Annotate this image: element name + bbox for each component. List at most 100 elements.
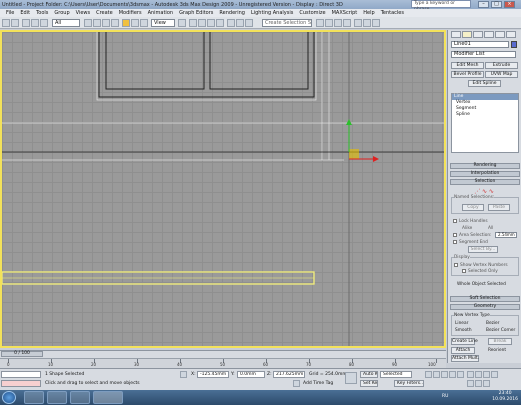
- bevel-profile-button[interactable]: Bevel Profile: [451, 71, 484, 78]
- copy-button[interactable]: Copy: [462, 204, 484, 211]
- paste-button[interactable]: Paste: [488, 204, 510, 211]
- reorient-checkbox[interactable]: Reorient: [488, 348, 506, 353]
- object-color-swatch[interactable]: [511, 41, 517, 48]
- lock-handles-checkbox[interactable]: [453, 219, 457, 223]
- select-and-move-icon[interactable]: [122, 19, 130, 27]
- show-vertex-numbers-checkbox[interactable]: [454, 263, 458, 267]
- menu-tentacles[interactable]: Tentacles: [378, 10, 407, 16]
- pivot-center-icon[interactable]: [178, 19, 186, 27]
- render-setup-icon[interactable]: [354, 19, 362, 27]
- hierarchy-tab-icon[interactable]: [473, 31, 483, 38]
- language-indicator[interactable]: RU: [442, 394, 448, 399]
- spinner-snap-icon[interactable]: [216, 19, 224, 27]
- search-input[interactable]: Type a keyword or phrase: [411, 0, 471, 12]
- segment-end-checkbox[interactable]: [453, 240, 457, 244]
- rendering-rollout[interactable]: Rendering: [450, 163, 520, 169]
- material-editor-icon[interactable]: [343, 19, 351, 27]
- link-icon[interactable]: [22, 19, 30, 27]
- taskbar-explorer-icon[interactable]: [47, 391, 67, 404]
- mirror-icon[interactable]: [236, 19, 244, 27]
- schematic-view-icon[interactable]: [334, 19, 342, 27]
- select-by-name-icon[interactable]: [93, 19, 101, 27]
- taskbar-3dsmax-icon[interactable]: [93, 391, 123, 404]
- set-key-mode-icon[interactable]: [345, 372, 357, 384]
- subobject-level-icons[interactable]: ⋰ ∿ ∿: [472, 188, 496, 195]
- maxscript-listener-field[interactable]: [1, 371, 41, 378]
- viewport-front[interactable]: [0, 30, 446, 348]
- maximize-viewport-icon[interactable]: [483, 380, 490, 387]
- area-selection-checkbox[interactable]: [453, 233, 457, 237]
- bind-space-warp-icon[interactable]: [40, 19, 48, 27]
- next-frame-icon[interactable]: [449, 371, 456, 378]
- menu-lighting-analysis[interactable]: Lighting Analysis: [248, 10, 296, 16]
- area-selection-spinner[interactable]: 2.54mm: [495, 232, 517, 238]
- minimize-icon[interactable]: –: [478, 1, 489, 8]
- menu-maxscript[interactable]: MAXScript: [329, 10, 361, 16]
- menu-tools[interactable]: Tools: [33, 10, 51, 16]
- soft-selection-rollout[interactable]: Soft Selection: [450, 296, 520, 302]
- maximize-icon[interactable]: □: [491, 1, 502, 8]
- create-tab-icon[interactable]: [451, 31, 461, 38]
- align-icon[interactable]: [245, 19, 253, 27]
- stack-item-spline[interactable]: Spline: [452, 112, 518, 118]
- menu-edit[interactable]: Edit: [17, 10, 33, 16]
- menu-customize[interactable]: Customize: [296, 10, 328, 16]
- orbit-icon[interactable]: [475, 380, 482, 387]
- edit-named-selections-icon[interactable]: [227, 19, 235, 27]
- select-object-icon[interactable]: [84, 19, 92, 27]
- unlink-icon[interactable]: [31, 19, 39, 27]
- select-and-scale-icon[interactable]: [140, 19, 148, 27]
- menu-animation[interactable]: Animation: [145, 10, 177, 16]
- smooth-radio[interactable]: Smooth: [455, 328, 472, 333]
- previous-frame-icon[interactable]: [433, 371, 440, 378]
- modify-tab-icon[interactable]: [462, 31, 472, 38]
- taskbar-media-icon[interactable]: [70, 391, 90, 404]
- break-button[interactable]: Break: [488, 338, 512, 345]
- time-tag-icon[interactable]: [293, 380, 300, 387]
- rendered-frame-window-icon[interactable]: [363, 19, 371, 27]
- track-bar[interactable]: 0 10 20 30 40 50 60 70 80 90 100: [0, 358, 446, 368]
- quick-render-icon[interactable]: [372, 19, 380, 27]
- reference-coordinate-dropdown[interactable]: View: [151, 19, 175, 27]
- field-of-view-icon[interactable]: [467, 380, 474, 387]
- redo-icon[interactable]: [11, 19, 19, 27]
- start-button-icon[interactable]: [2, 391, 16, 404]
- bezier-radio[interactable]: Bezier: [486, 321, 499, 326]
- layer-manager-icon[interactable]: [316, 19, 324, 27]
- key-selection-dropdown[interactable]: Selected: [380, 371, 412, 378]
- set-key-button[interactable]: Set Key: [360, 380, 378, 387]
- modifier-list-dropdown[interactable]: Modifier List: [451, 51, 516, 58]
- motion-tab-icon[interactable]: [484, 31, 494, 38]
- curve-editor-icon[interactable]: [325, 19, 333, 27]
- menu-help[interactable]: Help: [360, 10, 377, 16]
- edit-mesh-button[interactable]: Edit Mesh: [451, 62, 484, 69]
- z-coordinate-field[interactable]: 217.625mm: [273, 371, 305, 378]
- menu-views[interactable]: Views: [73, 10, 93, 16]
- x-coordinate-field[interactable]: -125.45mm: [197, 371, 229, 378]
- geometry-rollout[interactable]: Geometry: [450, 304, 520, 310]
- zoom-icon[interactable]: [475, 371, 482, 378]
- window-crossing-icon[interactable]: [111, 19, 119, 27]
- rectangular-selection-icon[interactable]: [102, 19, 110, 27]
- menu-modifiers[interactable]: Modifiers: [116, 10, 145, 16]
- extrude-button[interactable]: Extrude: [485, 62, 518, 69]
- selection-rollout[interactable]: Selection: [450, 179, 520, 185]
- snaps-toggle-icon[interactable]: [189, 19, 197, 27]
- named-selection-set-field[interactable]: Create Selection Set: [262, 19, 312, 27]
- angle-snap-icon[interactable]: [198, 19, 206, 27]
- edit-spline-button[interactable]: Edit Spline: [468, 80, 501, 87]
- time-slider[interactable]: 0 / 100: [1, 351, 43, 357]
- zoom-extents-icon[interactable]: [491, 371, 498, 378]
- interpolation-rollout[interactable]: Interpolation: [450, 171, 520, 177]
- display-tab-icon[interactable]: [495, 31, 505, 38]
- menu-rendering[interactable]: Rendering: [216, 10, 248, 16]
- selected-only-checkbox[interactable]: [462, 269, 466, 273]
- bezier-corner-radio[interactable]: Bezier Corner: [486, 328, 515, 333]
- play-icon[interactable]: [441, 371, 448, 378]
- linear-radio[interactable]: Linear: [455, 321, 468, 326]
- y-coordinate-field[interactable]: 0.0mm: [237, 371, 265, 378]
- attach-button[interactable]: Attach: [451, 347, 475, 354]
- auto-key-button[interactable]: Auto Key: [360, 371, 378, 378]
- pan-icon[interactable]: [467, 371, 474, 378]
- add-time-tag-button[interactable]: Add Time Tag: [303, 381, 333, 386]
